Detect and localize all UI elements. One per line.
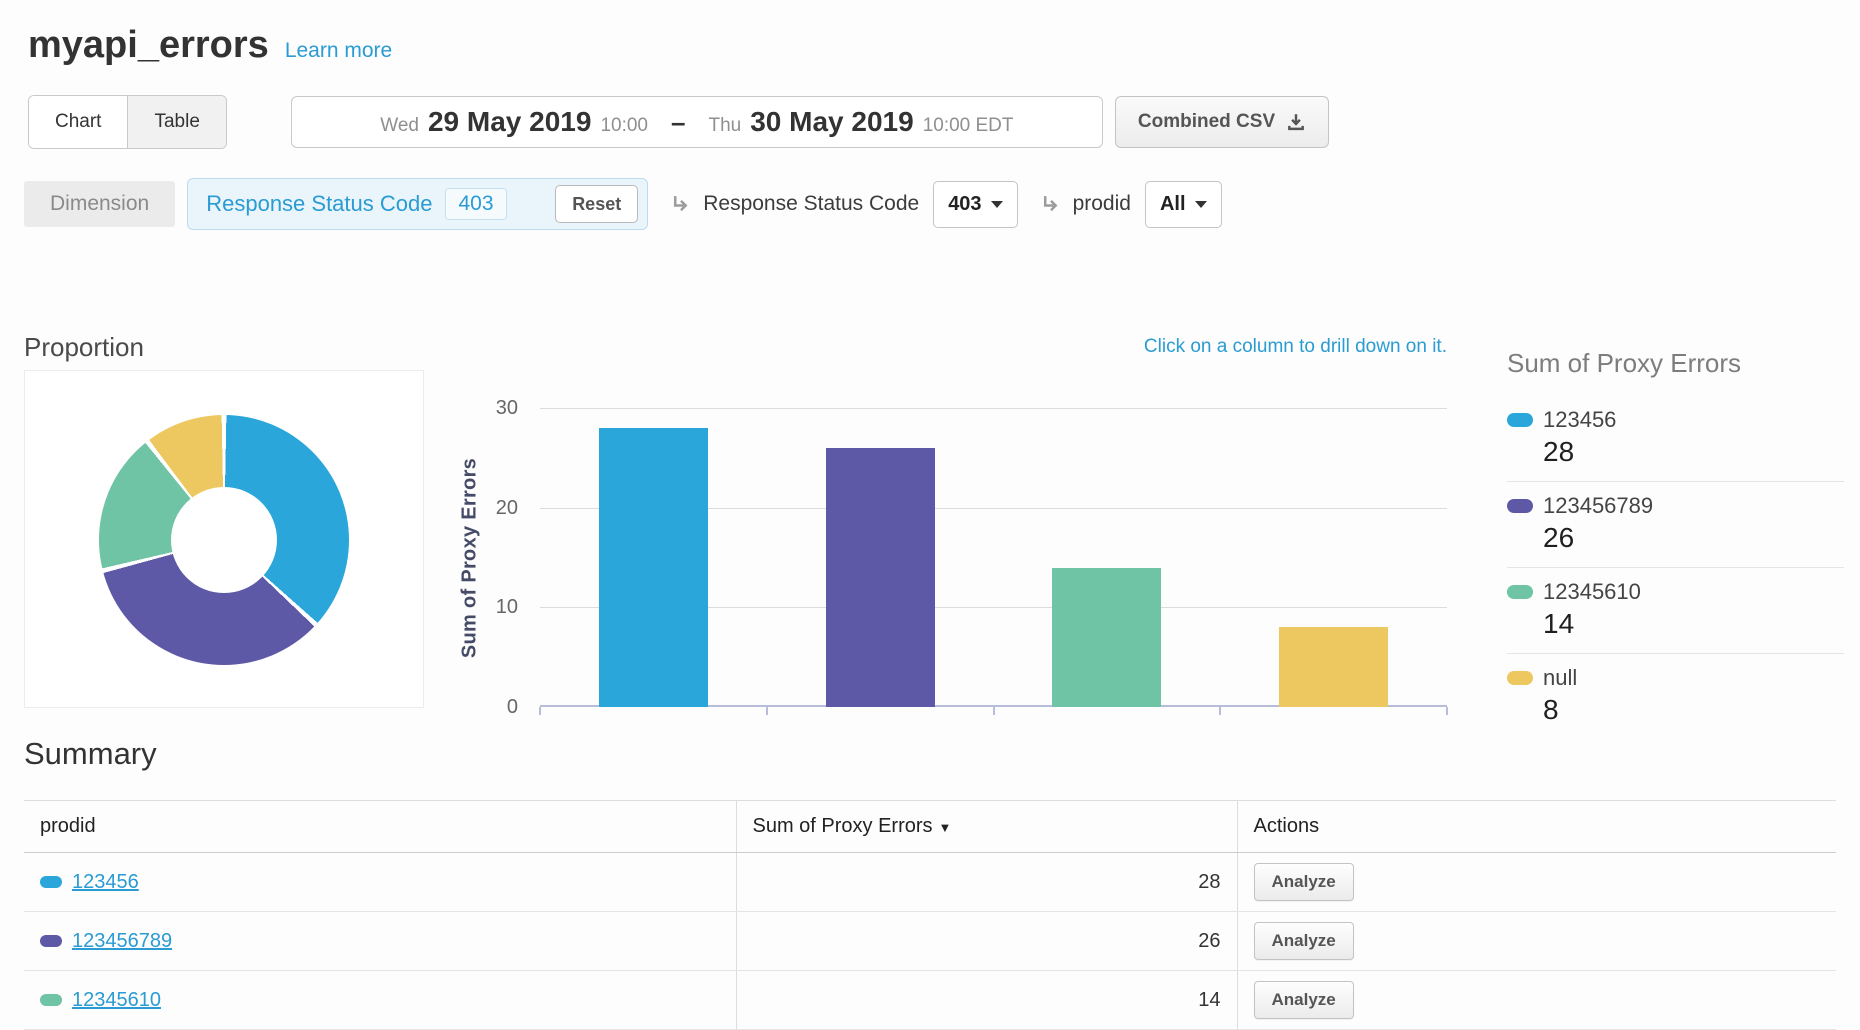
- prodid-link[interactable]: 123456789: [72, 930, 172, 952]
- legend-value: 26: [1543, 522, 1844, 554]
- y-tick-label: 20: [496, 495, 518, 521]
- x-axis-tick: [1219, 707, 1221, 715]
- legend-value: 14: [1543, 608, 1844, 640]
- row-value: 28: [736, 853, 1237, 912]
- download-icon: [1286, 112, 1306, 132]
- table-view-button[interactable]: Table: [127, 96, 225, 148]
- bar-null[interactable]: [1279, 627, 1388, 707]
- filter-bar: Dimension Response Status Code 403 Reset…: [24, 178, 1832, 230]
- legend-swatch: [1507, 499, 1533, 513]
- filter-value: 403: [445, 188, 506, 220]
- legend-swatch: [1507, 671, 1533, 685]
- date-range-picker[interactable]: Wed 29 May 2019 10:00 – Thu 30 May 2019 …: [291, 96, 1103, 148]
- end-date: 30 May 2019: [750, 106, 913, 138]
- legend-swatch: [1507, 585, 1533, 599]
- drilldown-arrow-icon: [670, 193, 693, 216]
- proportion-title: Proportion: [24, 332, 144, 363]
- end-time: 10:00 EDT: [923, 115, 1014, 137]
- view-toggle: Chart Table: [28, 95, 227, 149]
- y-tick-label: 30: [496, 395, 518, 421]
- caret-down-icon: [1195, 201, 1207, 208]
- start-date: 29 May 2019: [428, 106, 591, 138]
- charts-section: Proportion Click on a column to drill do…: [0, 322, 1860, 732]
- row-swatch: [40, 935, 62, 947]
- legend-items: 123456 28 123456789 26 12345610 14 null 8: [1507, 396, 1844, 739]
- column-header-actions: Actions: [1237, 801, 1836, 853]
- analyze-button[interactable]: Analyze: [1254, 981, 1354, 1019]
- summary-table-body: 12345628Analyze12345678926Analyze1234561…: [24, 853, 1836, 1030]
- table-row: 123456 28 Analyze: [24, 853, 1836, 912]
- summary-title: Summary: [24, 734, 1836, 774]
- x-axis-tick: [1446, 707, 1448, 715]
- row-swatch: [40, 994, 62, 1006]
- column-header-sum[interactable]: Sum of Proxy Errors ▼: [736, 801, 1237, 853]
- table-row: 123456789 26 Analyze: [24, 912, 1836, 971]
- dimension-label: Dimension: [24, 181, 175, 227]
- prodid-dropdown[interactable]: All: [1145, 181, 1222, 228]
- active-filter-chip: Response Status Code 403 Reset: [187, 178, 648, 230]
- bar-plot: [540, 408, 1447, 707]
- drilldown-arrow-icon: [1040, 193, 1063, 216]
- reset-button[interactable]: Reset: [555, 185, 638, 223]
- column-header-sum-label: Sum of Proxy Errors: [753, 815, 933, 837]
- bar-123456789[interactable]: [826, 448, 935, 707]
- legend-value: 28: [1543, 436, 1844, 468]
- start-time: 10:00: [600, 115, 648, 137]
- toolbar: Chart Table Wed 29 May 2019 10:00 – Thu …: [28, 95, 1832, 149]
- caret-down-icon: [991, 201, 1003, 208]
- row-value: 14: [736, 971, 1237, 1030]
- legend-title: Sum of Proxy Errors: [1507, 346, 1844, 380]
- prodid-link[interactable]: 12345610: [72, 989, 161, 1011]
- report-page: myapi_errors Learn more Chart Table Wed …: [0, 0, 1860, 1020]
- y-axis-ticks: 0102030: [456, 408, 518, 707]
- prodid-link[interactable]: 123456: [72, 871, 139, 893]
- x-axis-tick: [766, 707, 768, 715]
- row-value: 26: [736, 912, 1237, 971]
- bar-12345610[interactable]: [1052, 568, 1161, 708]
- filter-name: Response Status Code: [206, 191, 432, 217]
- table-header-row: prodid Sum of Proxy Errors ▼ Actions: [24, 801, 1836, 853]
- summary-table: prodid Sum of Proxy Errors ▼ Actions 1234…: [24, 800, 1836, 1030]
- legend-item: 12345610 14: [1507, 568, 1844, 654]
- legend-item: 123456 28: [1507, 396, 1844, 482]
- y-tick-label: 10: [496, 594, 518, 620]
- y-tick-label: 0: [507, 694, 518, 720]
- page-header: myapi_errors Learn more: [0, 0, 1860, 68]
- sort-desc-icon: ▼: [939, 820, 952, 835]
- summary-section: Summary prodid Sum of Proxy Errors ▼ Acti…: [24, 734, 1836, 1030]
- learn-more-link[interactable]: Learn more: [285, 39, 392, 63]
- status-code-dropdown[interactable]: 403: [933, 181, 1017, 228]
- date-separator: –: [671, 107, 685, 138]
- drilldown-label-status-code: Response Status Code: [703, 192, 919, 216]
- legend-item: 123456789 26: [1507, 482, 1844, 568]
- legend-item: null 8: [1507, 654, 1844, 739]
- legend-label: 12345610: [1543, 579, 1641, 605]
- x-axis-tick: [993, 707, 995, 715]
- legend-value: 8: [1543, 694, 1844, 726]
- x-axis-tick: [539, 707, 541, 715]
- analyze-button[interactable]: Analyze: [1254, 863, 1354, 901]
- drilldown-label-prodid: prodid: [1073, 192, 1131, 216]
- prodid-dropdown-value: All: [1160, 193, 1186, 216]
- proportion-chart-card: [24, 370, 424, 708]
- proportion-donut[interactable]: [99, 415, 349, 665]
- page-title: myapi_errors: [28, 22, 269, 68]
- chart-legend: Sum of Proxy Errors 12345628123456789261…: [1507, 346, 1844, 739]
- combined-csv-button[interactable]: Combined CSV: [1115, 96, 1329, 148]
- legend-label: 123456789: [1543, 493, 1653, 519]
- column-header-prodid[interactable]: prodid: [24, 801, 736, 853]
- legend-label: 123456: [1543, 407, 1616, 433]
- analyze-button[interactable]: Analyze: [1254, 922, 1354, 960]
- csv-button-label: Combined CSV: [1138, 111, 1275, 133]
- legend-swatch: [1507, 413, 1533, 427]
- end-day: Thu: [708, 115, 741, 137]
- chart-view-button[interactable]: Chart: [29, 96, 127, 148]
- bar-123456[interactable]: [599, 428, 708, 707]
- start-day: Wed: [380, 115, 419, 137]
- table-row: 12345610 14 Analyze: [24, 971, 1836, 1030]
- row-swatch: [40, 876, 62, 888]
- legend-label: null: [1543, 665, 1577, 691]
- drilldown-hint: Click on a column to drill down on it.: [1144, 336, 1447, 358]
- status-code-dropdown-value: 403: [948, 193, 981, 216]
